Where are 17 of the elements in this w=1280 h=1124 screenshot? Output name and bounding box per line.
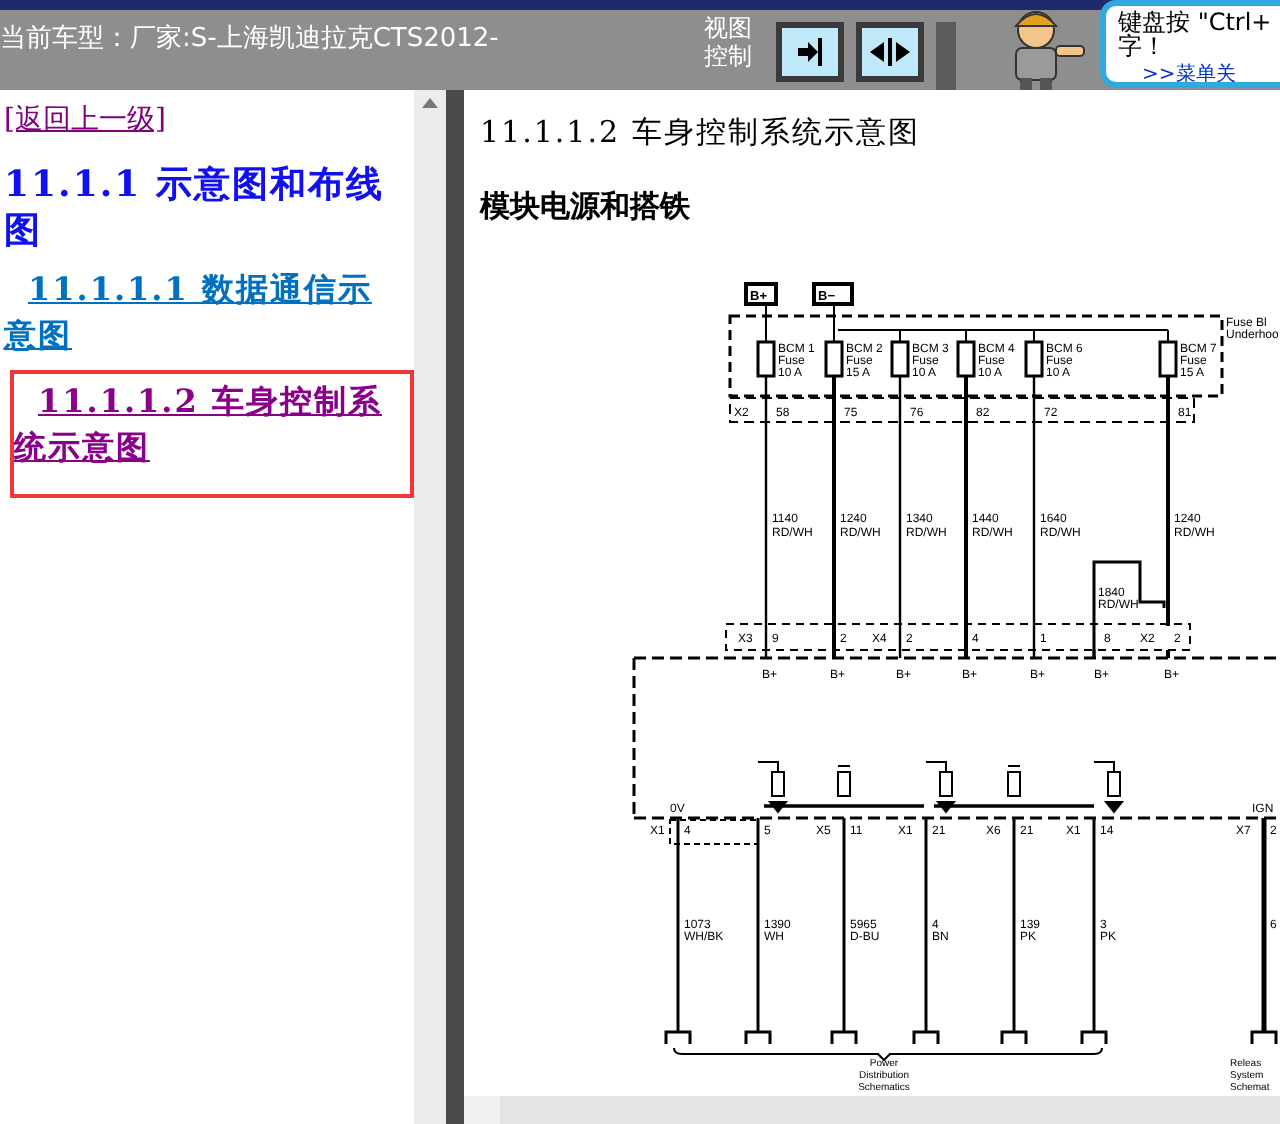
help-text: 键盘按 "Ctrl+ <box>1118 10 1274 34</box>
toolbar-button-edge[interactable] <box>936 22 956 90</box>
section-heading-link[interactable]: 11.1.1 示意图和布线图 <box>4 162 414 254</box>
vehicle-info: 当前车型：厂家:S-上海凯迪拉克CTS2012- <box>0 22 501 58</box>
section-title: 模块电源和搭铁 <box>480 188 692 226</box>
help-text: 字！ <box>1118 34 1166 58</box>
view-button[interactable] <box>856 22 924 82</box>
scroll-up-icon[interactable] <box>422 98 438 108</box>
page-title: 11.1.1.2 车身控制系统示意图 <box>480 114 922 152</box>
arrow-right-icon <box>794 36 826 68</box>
back-link[interactable]: [返回上一级] <box>4 102 166 138</box>
menu-link[interactable]: >>菜单关 <box>1142 64 1236 82</box>
view-button[interactable] <box>776 22 844 82</box>
vertical-scrollbar[interactable] <box>414 90 446 1124</box>
view-control-label: 视图控制 <box>704 14 754 74</box>
horizontal-scrollbar[interactable] <box>464 1096 1280 1124</box>
arrows-inward-icon <box>868 36 912 68</box>
